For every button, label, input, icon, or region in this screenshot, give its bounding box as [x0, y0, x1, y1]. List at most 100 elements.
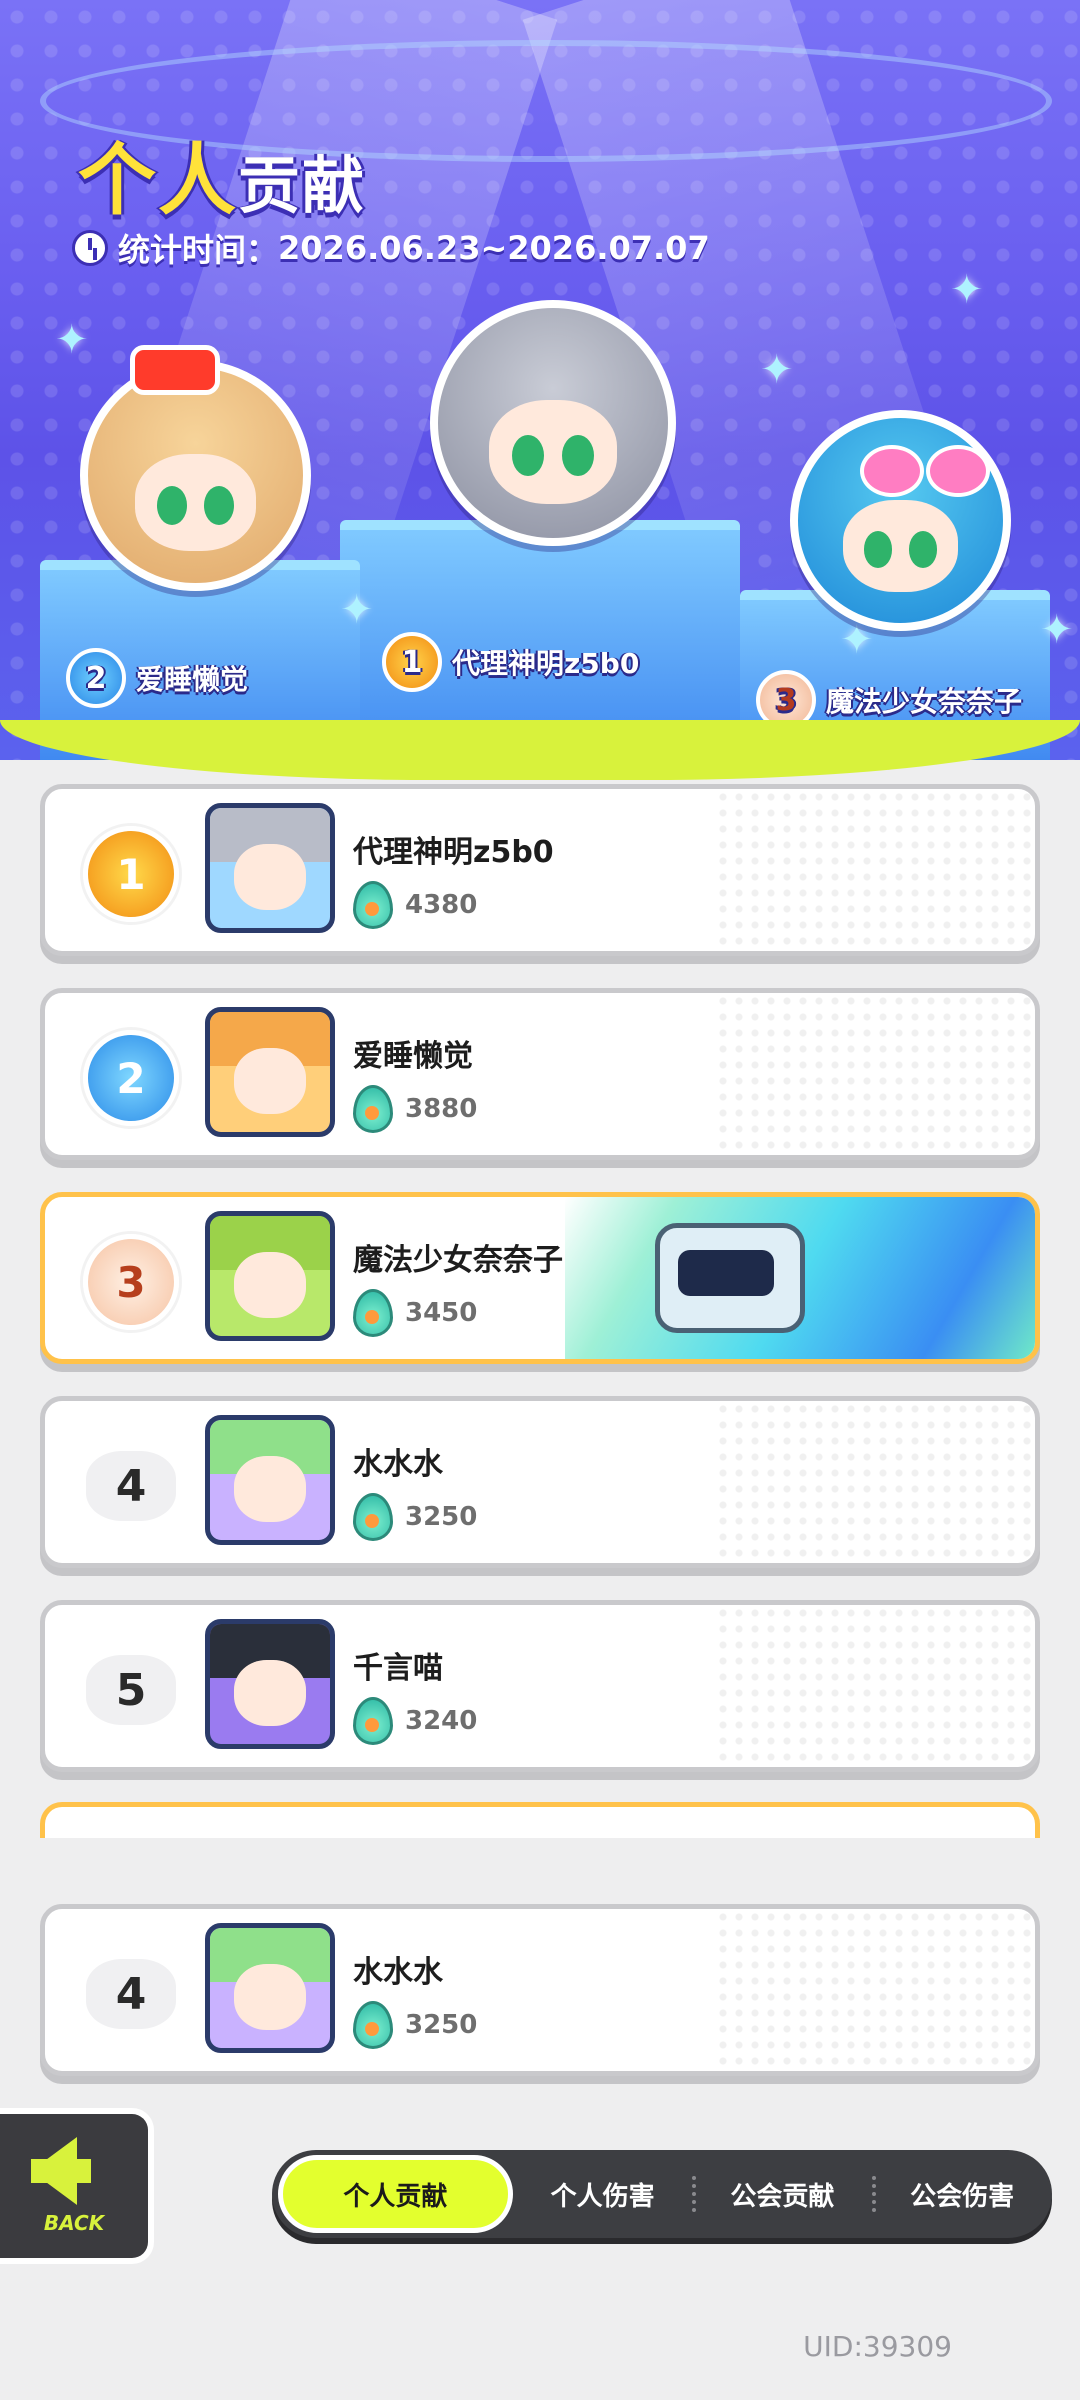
card-pattern [715, 1605, 1035, 1767]
sparkle-icon: ✦ [950, 267, 984, 313]
user-id: UID:39309 [803, 2330, 952, 2363]
top3-character[interactable] [790, 410, 1011, 631]
rank-number: 4 [86, 1959, 176, 2029]
player-score: 3880 [405, 1094, 478, 1124]
tab-guild-damage[interactable]: 公会伤害 [872, 2150, 1052, 2238]
player-score: 3250 [405, 1502, 478, 1532]
podium-label-first: 1 代理神明z5b0 [382, 632, 639, 692]
avatar-face [234, 1660, 306, 1726]
leaderboard-row[interactable]: 5 千言喵 3240 [40, 1600, 1040, 1772]
player-avatar[interactable] [205, 1211, 335, 1341]
sparkle-icon: ✦ [340, 587, 374, 633]
score-row: 3240 [353, 1697, 477, 1745]
sparkle-icon: ✦ [55, 317, 89, 363]
rank-wrap: 4 [71, 1949, 191, 2039]
card-pattern [715, 993, 1035, 1155]
heart-glasses-decoration [860, 445, 990, 497]
avatar-face [234, 1252, 306, 1318]
avatar-face [234, 1964, 306, 2030]
contribution-drop-icon [353, 881, 393, 929]
contribution-drop-icon [353, 1289, 393, 1337]
tab-bar: 个人贡献 个人伤害 公会贡献 公会伤害 [272, 2150, 1052, 2238]
podium-stage: 个人贡献 统计时间： 2026.06.23~2026.07.07 ✦ ✦ ✦ ✦… [0, 0, 1080, 760]
leaderboard-row-partial[interactable] [40, 1802, 1040, 1838]
player-name: 水水水 [353, 1447, 443, 1482]
avatar-face [234, 844, 306, 910]
score-row: 3450 [353, 1289, 477, 1337]
leaderboard-row[interactable]: 2 爱睡懒觉 3880 [40, 988, 1040, 1160]
red-bow-decoration [130, 345, 220, 395]
player-score: 4380 [405, 890, 478, 920]
tab-personal-damage[interactable]: 个人伤害 [513, 2150, 693, 2238]
leaderboard-row[interactable]: 4 水水水 3250 [40, 1396, 1040, 1568]
character-eye [863, 530, 893, 568]
leaderboard-row[interactable]: 3 魔法少女奈奈子 3450 [40, 1192, 1040, 1364]
clock-icon [72, 230, 108, 266]
character-face [843, 500, 958, 593]
rank-wrap: 3 [71, 1234, 191, 1330]
leaderboard-row[interactable]: 1 代理神明z5b0 4380 [40, 784, 1040, 956]
rank-number: 5 [86, 1655, 176, 1725]
score-row: 3880 [353, 1085, 477, 1133]
rank-badge-1: 1 [382, 632, 442, 692]
player-score: 3240 [405, 1706, 478, 1736]
rank-badge-2: 2 [66, 648, 126, 708]
title-highlight: 个人 [78, 136, 239, 226]
player-score: 3250 [405, 2010, 478, 2040]
player-name: 千言喵 [353, 1651, 443, 1686]
character-eye [562, 434, 595, 476]
podium-name: 爱睡懒觉 [136, 663, 249, 696]
page-title: 个人贡献 [78, 118, 366, 230]
player-name: 爱睡懒觉 [353, 1039, 473, 1074]
player-avatar[interactable] [205, 803, 335, 933]
rank-number: 4 [86, 1451, 176, 1521]
robot-decoration [655, 1223, 805, 1333]
player-name: 代理神明z5b0 [353, 835, 554, 870]
player-score: 3450 [405, 1298, 478, 1328]
rank-medal-silver: 2 [83, 1030, 179, 1126]
slime-divider [0, 720, 1080, 780]
back-label: BACK [43, 2211, 105, 2235]
player-name: 魔法少女奈奈子 [353, 1243, 563, 1278]
podium-name: 魔法少女奈奈子 [826, 685, 1023, 718]
stat-period: 统计时间： 2026.06.23~2026.07.07 [72, 225, 710, 271]
rank-wrap: 2 [71, 1030, 191, 1126]
character-face [135, 454, 256, 551]
sparkle-icon: ✦ [1040, 607, 1074, 653]
rank-wrap: 1 [71, 826, 191, 922]
score-row: 3250 [353, 2001, 477, 2049]
period-label: 统计时间： [118, 231, 279, 269]
player-avatar[interactable] [205, 1923, 335, 2053]
rank-medal-gold: 1 [83, 826, 179, 922]
avatar-face [234, 1048, 306, 1114]
player-name: 水水水 [353, 1955, 443, 1990]
character-eye [156, 486, 187, 525]
player-avatar[interactable] [205, 1619, 335, 1749]
podium-label-second: 2 爱睡懒觉 [66, 648, 248, 708]
score-row: 4380 [353, 881, 477, 929]
avatar-face [234, 1456, 306, 1522]
character-face [488, 400, 618, 504]
card-pattern [715, 1401, 1035, 1563]
contribution-drop-icon [353, 1085, 393, 1133]
character-eye [908, 530, 938, 568]
player-avatar[interactable] [205, 1007, 335, 1137]
back-button[interactable]: BACK [0, 2108, 154, 2264]
score-row: 3250 [353, 1493, 477, 1541]
back-arrow-icon [31, 2137, 91, 2205]
contribution-drop-icon [353, 2001, 393, 2049]
card-pattern [715, 789, 1035, 951]
tab-guild-contribution[interactable]: 公会贡献 [692, 2150, 872, 2238]
my-rank-row[interactable]: 4 水水水 3250 [40, 1904, 1040, 2076]
card-pattern [715, 1909, 1035, 2071]
period-value: 2026.06.23~2026.07.07 [278, 229, 710, 267]
top1-character[interactable] [430, 300, 676, 546]
tab-personal-contribution[interactable]: 个人贡献 [278, 2155, 513, 2233]
player-avatar[interactable] [205, 1415, 335, 1545]
rank-wrap: 5 [71, 1645, 191, 1735]
rank-medal-bronze: 3 [83, 1234, 179, 1330]
podium-name: 代理神明z5b0 [452, 647, 640, 680]
rank-wrap: 4 [71, 1441, 191, 1531]
sparkle-icon: ✦ [760, 347, 794, 393]
contribution-drop-icon [353, 1493, 393, 1541]
